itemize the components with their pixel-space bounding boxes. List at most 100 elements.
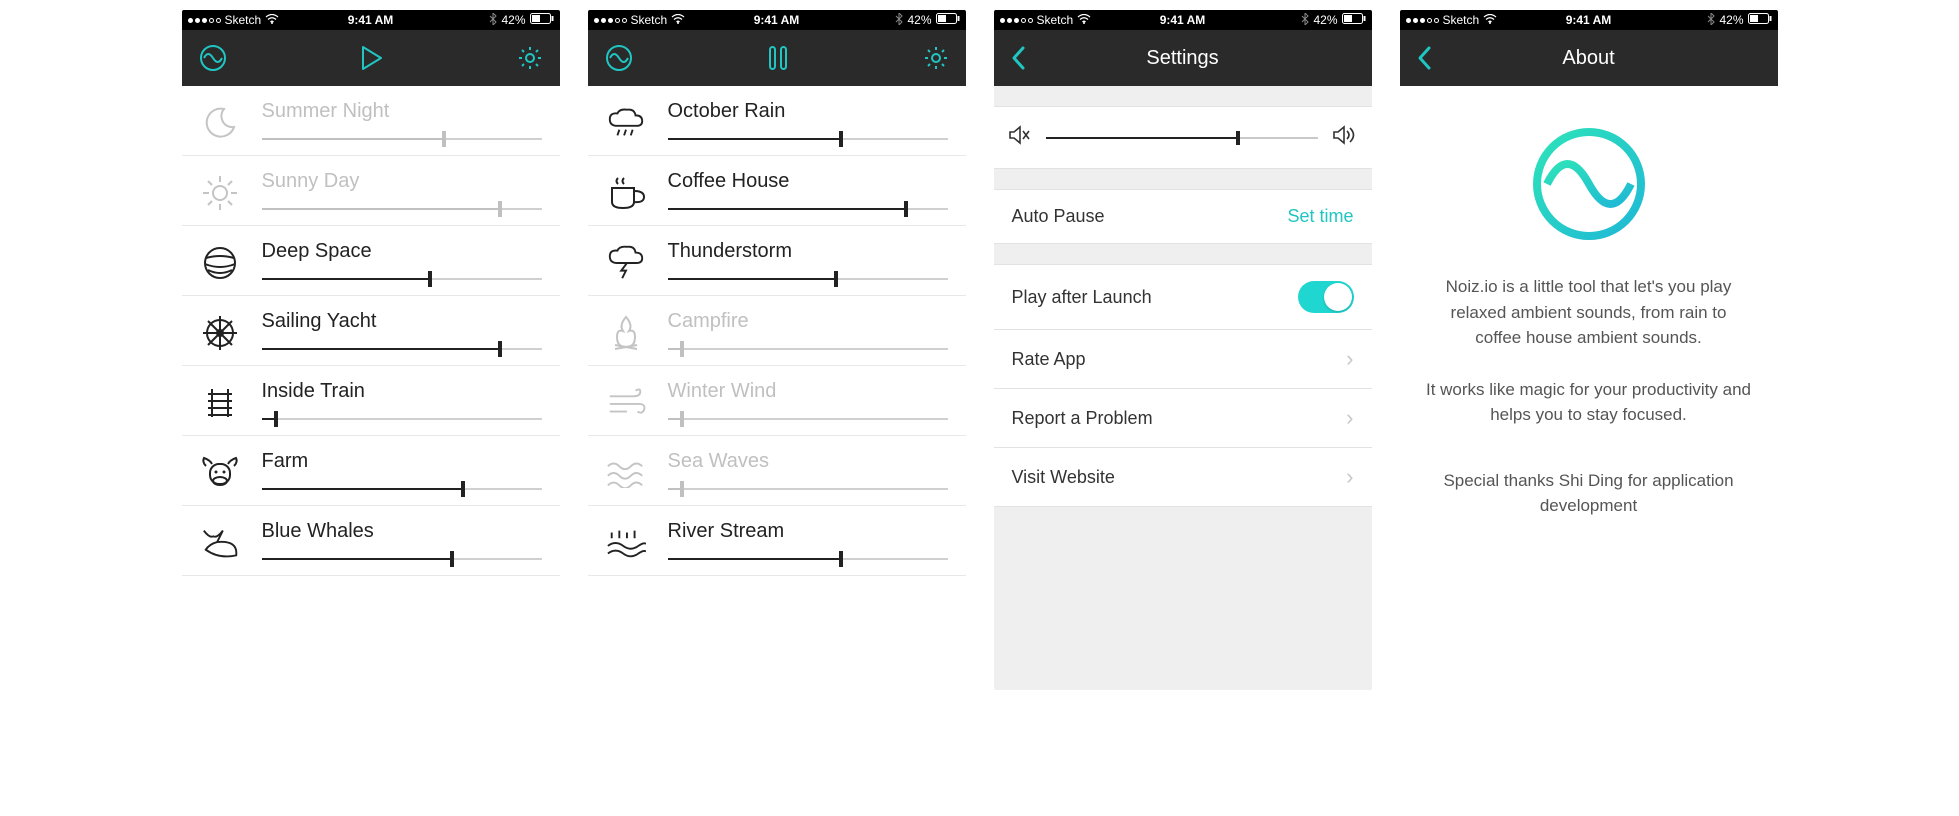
status-bar: Sketch 9:41 AM 42% (182, 10, 560, 30)
cup-icon (606, 173, 646, 213)
about-p3: Special thanks Shi Ding for application … (1426, 468, 1752, 519)
clock-label: 9:41 AM (1160, 13, 1206, 27)
battery-pct-label: 42% (1313, 13, 1337, 27)
wind-icon (606, 383, 646, 423)
sound-slider[interactable] (262, 131, 542, 145)
status-bar: Sketch 9:41 AM 42% (1400, 10, 1778, 30)
sound-label: Winter Wind (668, 380, 948, 403)
sound-slider[interactable] (262, 341, 542, 355)
auto-pause-row[interactable]: Auto Pause Set time (994, 189, 1372, 244)
sound-label: Blue Whales (262, 520, 542, 543)
fire-icon (606, 313, 646, 353)
set-time-link[interactable]: Set time (1287, 206, 1353, 227)
signal-dots-icon (188, 18, 221, 23)
signal-dots-icon (1000, 18, 1033, 23)
carrier-label: Sketch (1443, 13, 1480, 27)
about-body: Noiz.io is a little tool that let's you … (1400, 86, 1778, 690)
sound-row[interactable]: Coffee House (588, 156, 966, 226)
logo-icon[interactable] (604, 43, 634, 73)
settings-button[interactable] (516, 44, 544, 72)
volume-slider[interactable] (1046, 131, 1318, 145)
report-problem-row[interactable]: Report a Problem › (994, 389, 1372, 448)
sound-row[interactable]: Sunny Day (182, 156, 560, 226)
battery-icon (530, 13, 554, 27)
sun-icon (200, 173, 240, 213)
carrier-label: Sketch (631, 13, 668, 27)
sound-row[interactable]: Deep Space (182, 226, 560, 296)
status-bar: Sketch 9:41 AM 42% (994, 10, 1372, 30)
sound-label: Thunderstorm (668, 240, 948, 263)
rate-app-row[interactable]: Rate App › (994, 330, 1372, 389)
logo-icon[interactable] (198, 43, 228, 73)
tracks-icon (200, 383, 240, 423)
sound-row[interactable]: Blue Whales (182, 506, 560, 576)
sound-label: Sailing Yacht (262, 310, 542, 333)
wifi-icon (671, 13, 685, 27)
battery-icon (1748, 13, 1772, 27)
about-p1: Noiz.io is a little tool that let's you … (1426, 274, 1752, 351)
sound-row[interactable]: Campfire (588, 296, 966, 366)
screen-settings: Sketch 9:41 AM 42% Settings Auto Pause S… (994, 10, 1372, 690)
sound-row[interactable]: Thunderstorm (588, 226, 966, 296)
whale-icon (200, 523, 240, 563)
sound-slider[interactable] (262, 481, 542, 495)
status-bar: Sketch 9:41 AM 42% (588, 10, 966, 30)
bluetooth-icon (489, 13, 497, 28)
page-title: Settings (1146, 47, 1218, 70)
chevron-right-icon: › (1346, 346, 1353, 372)
sound-slider[interactable] (262, 411, 542, 425)
sound-list: Summer Night Sunny Day Deep Space Sailing Y… (182, 86, 560, 690)
signal-dots-icon (594, 18, 627, 23)
sound-row[interactable]: Sailing Yacht (182, 296, 560, 366)
sound-row[interactable]: Farm (182, 436, 560, 506)
sound-label: Sunny Day (262, 170, 542, 193)
sound-label: Farm (262, 450, 542, 473)
screen-sounds-playing: Sketch 9:41 AM 42% October Rain Coffee Ho… (588, 10, 966, 690)
planet-icon (200, 243, 240, 283)
play-after-launch-toggle[interactable] (1298, 281, 1354, 313)
sound-slider[interactable] (668, 551, 948, 565)
sound-row[interactable]: Summer Night (182, 86, 560, 156)
bluetooth-icon (1301, 13, 1309, 28)
sound-slider[interactable] (668, 411, 948, 425)
sound-slider[interactable] (668, 481, 948, 495)
back-button[interactable] (1416, 45, 1432, 71)
wifi-icon (1483, 13, 1497, 27)
sound-slider[interactable] (262, 551, 542, 565)
topnav: About (1400, 30, 1778, 86)
sound-slider[interactable] (668, 201, 948, 215)
sound-row[interactable]: Winter Wind (588, 366, 966, 436)
app-logo-icon (1529, 124, 1649, 244)
sound-label: October Rain (668, 100, 948, 123)
sound-row[interactable]: Inside Train (182, 366, 560, 436)
report-problem-label: Report a Problem (1012, 408, 1153, 429)
wifi-icon (1077, 13, 1091, 27)
sound-label: Campfire (668, 310, 948, 333)
pause-button[interactable] (767, 44, 789, 72)
wifi-icon (265, 13, 279, 27)
volume-max-icon (1332, 125, 1358, 150)
sound-row[interactable]: River Stream (588, 506, 966, 576)
visit-website-label: Visit Website (1012, 467, 1115, 488)
battery-pct-label: 42% (1719, 13, 1743, 27)
sound-slider[interactable] (668, 271, 948, 285)
wheel-icon (200, 313, 240, 353)
moon-icon (200, 103, 240, 143)
play-button[interactable] (359, 44, 385, 72)
sound-row[interactable]: October Rain (588, 86, 966, 156)
visit-website-row[interactable]: Visit Website › (994, 448, 1372, 507)
sound-slider[interactable] (262, 271, 542, 285)
cow-icon (200, 453, 240, 493)
sound-slider[interactable] (262, 201, 542, 215)
back-button[interactable] (1010, 45, 1026, 71)
volume-mute-icon (1008, 125, 1032, 150)
clock-label: 9:41 AM (1566, 13, 1612, 27)
sound-slider[interactable] (668, 131, 948, 145)
screen-about: Sketch 9:41 AM 42% About Noiz.io is a li… (1400, 10, 1778, 690)
sound-label: Summer Night (262, 100, 542, 123)
sound-label: River Stream (668, 520, 948, 543)
play-after-launch-label: Play after Launch (1012, 287, 1152, 308)
sound-row[interactable]: Sea Waves (588, 436, 966, 506)
settings-button[interactable] (922, 44, 950, 72)
sound-slider[interactable] (668, 341, 948, 355)
